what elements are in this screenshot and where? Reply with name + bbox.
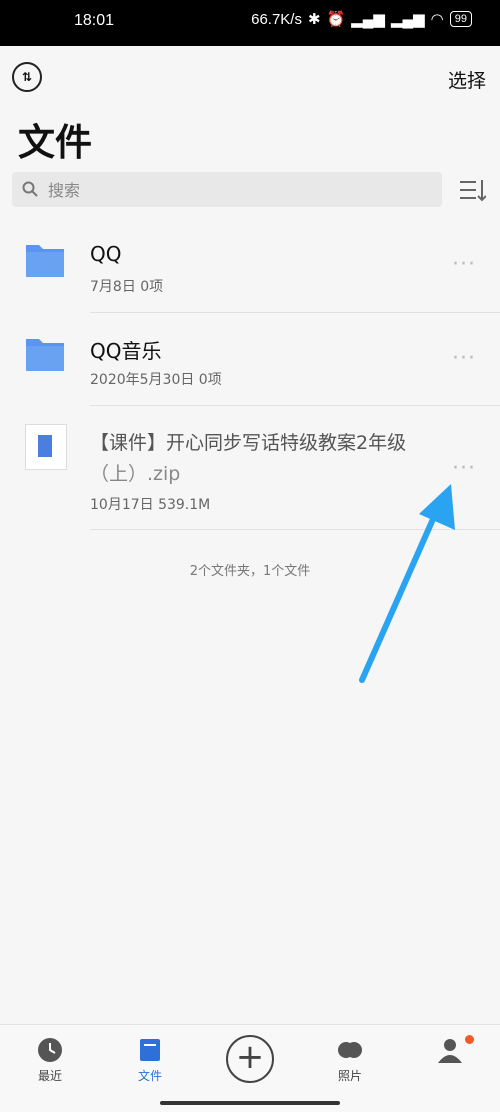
add-button[interactable]: + <box>226 1035 274 1083</box>
tab-recent-label: 最近 <box>37 1069 62 1083</box>
photos-icon <box>338 1042 362 1058</box>
tab-files[interactable]: 文件 <box>120 1037 180 1084</box>
annotation-arrow-icon <box>359 484 455 683</box>
files-icon <box>140 1039 160 1061</box>
tab-files-label: 文件 <box>137 1069 162 1083</box>
tab-photos-label: 照片 <box>337 1069 362 1083</box>
tab-photos[interactable]: 照片 <box>320 1037 380 1084</box>
notification-dot <box>465 1035 474 1044</box>
profile-icon <box>438 1039 462 1063</box>
tab-recent[interactable]: 最近 <box>20 1037 80 1084</box>
clock-icon <box>38 1038 62 1062</box>
bottom-nav: 最近 文件 + 照片 <box>0 1024 500 1112</box>
home-indicator <box>160 1101 340 1105</box>
